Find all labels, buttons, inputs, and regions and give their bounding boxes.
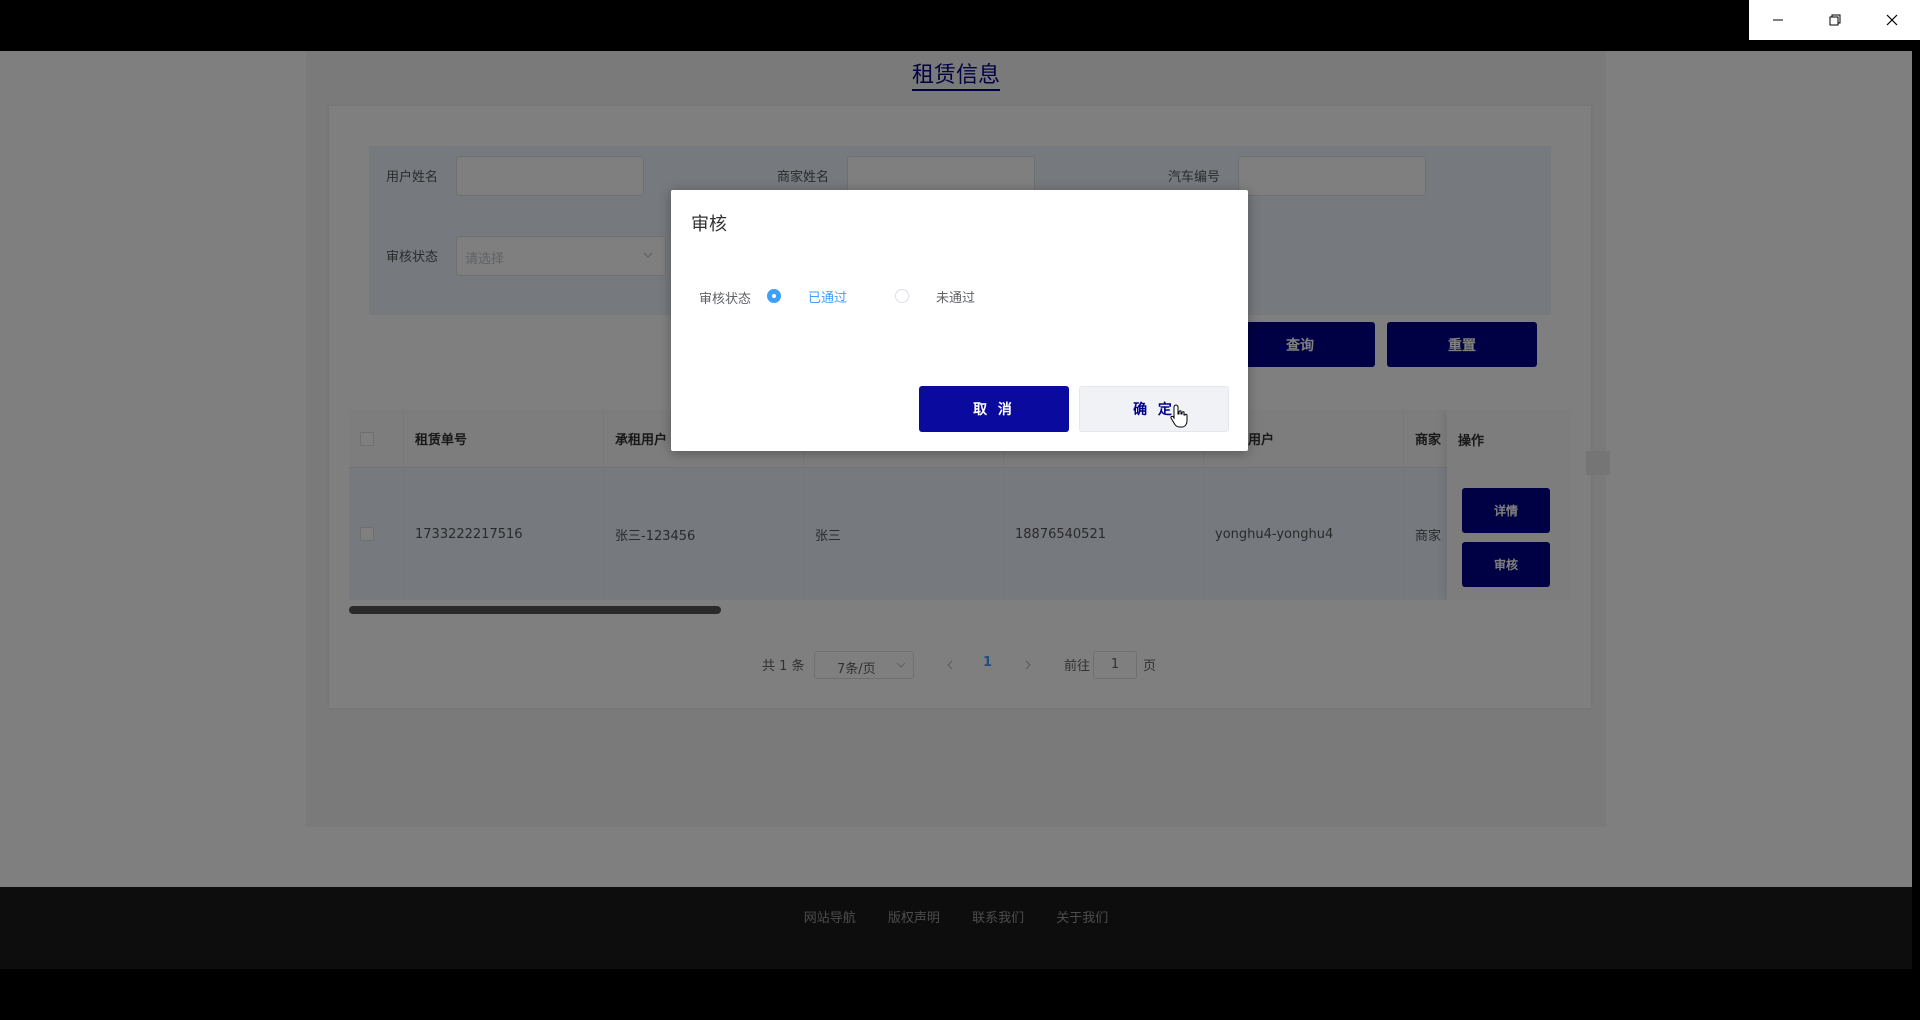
minimize-icon bbox=[1772, 19, 1783, 21]
window-controls bbox=[1749, 0, 1920, 40]
radio-failed-label[interactable]: 未通过 bbox=[936, 287, 975, 306]
cancel-button[interactable]: 取 消 bbox=[919, 386, 1069, 432]
taskbar-area bbox=[0, 969, 1920, 1020]
radio-failed[interactable] bbox=[895, 289, 909, 303]
review-dialog: 审核 审核状态 已通过 未通过 取 消 确 定 bbox=[671, 190, 1248, 451]
screen: 租赁信息 用户姓名 商家姓名 汽车编号 审核状态 请选择 查询 重置 bbox=[0, 0, 1920, 1020]
dialog-title: 审核 bbox=[691, 214, 727, 235]
window-titlebar bbox=[0, 0, 1920, 51]
radio-passed-label[interactable]: 已通过 bbox=[808, 287, 847, 306]
confirm-button[interactable]: 确 定 bbox=[1079, 386, 1229, 432]
minimize-button[interactable] bbox=[1749, 0, 1806, 40]
vertical-scrollbar-track bbox=[1912, 51, 1920, 969]
close-icon bbox=[1886, 14, 1897, 26]
dialog-status-label: 审核状态 bbox=[699, 292, 752, 307]
hand-cursor-icon bbox=[1170, 404, 1188, 428]
restore-button[interactable] bbox=[1806, 0, 1863, 40]
modal-overlay[interactable] bbox=[0, 51, 1912, 969]
radio-passed[interactable] bbox=[767, 289, 781, 303]
close-button[interactable] bbox=[1863, 0, 1920, 40]
restore-icon bbox=[1829, 14, 1840, 26]
